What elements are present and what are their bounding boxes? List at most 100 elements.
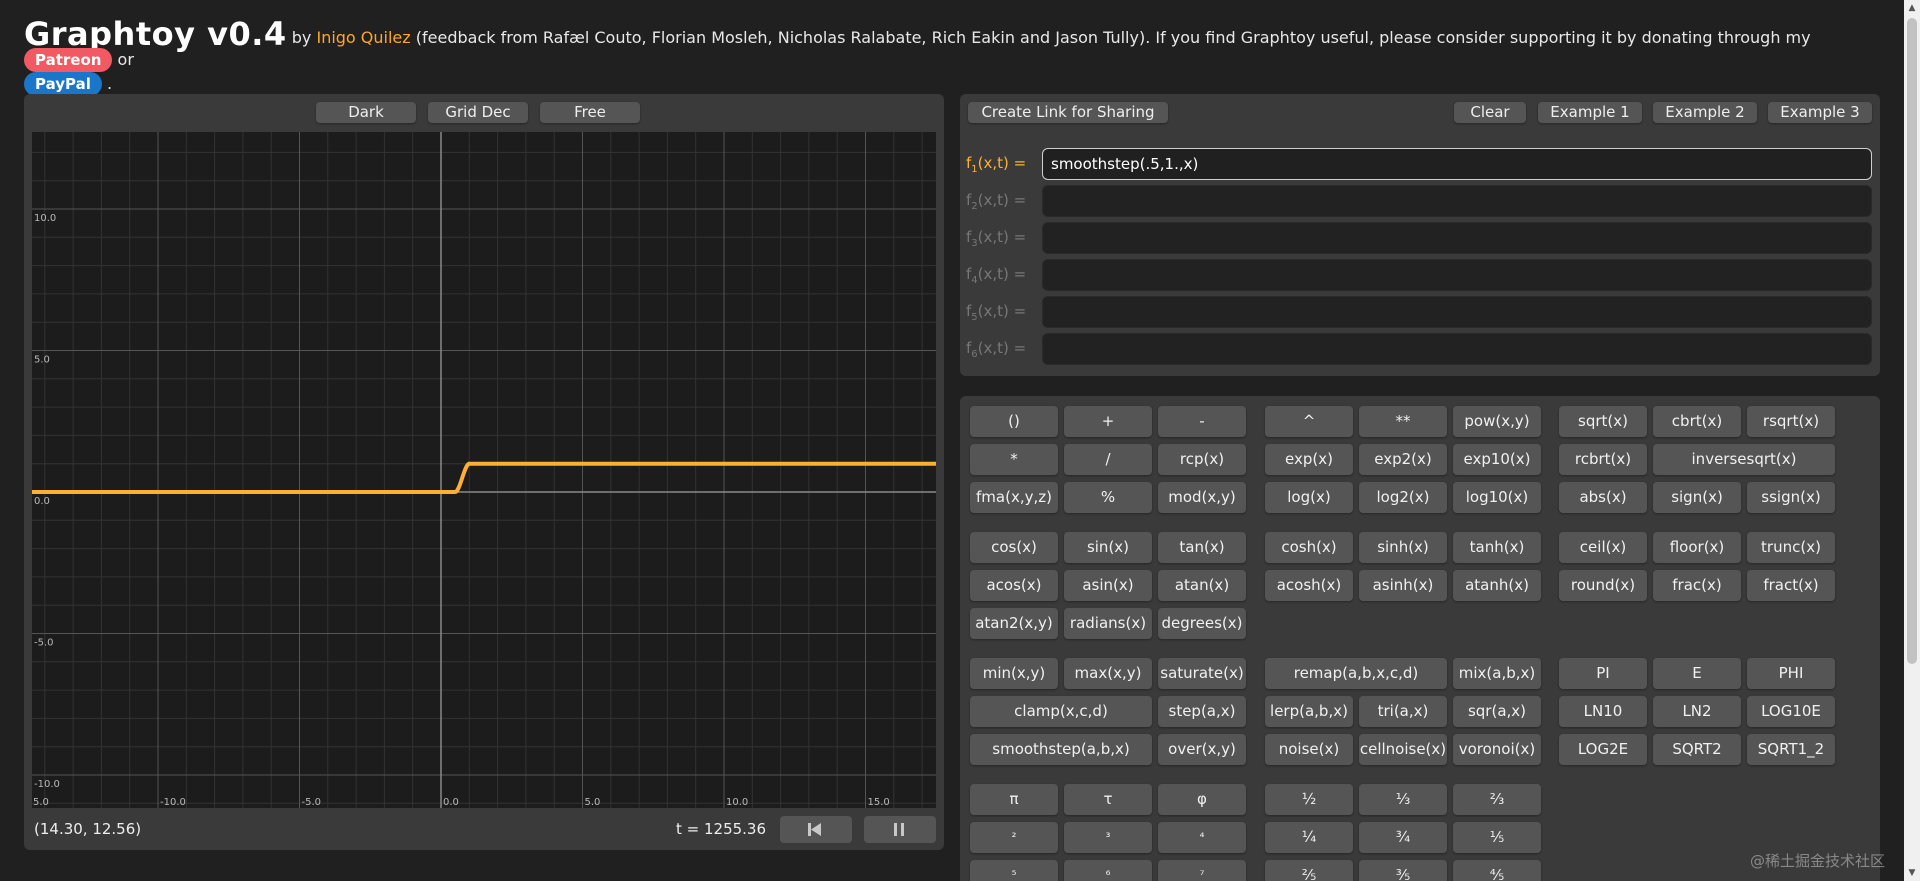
key-log10-x-button[interactable]: log10(x): [1453, 482, 1541, 513]
key-acosh-x-button[interactable]: acosh(x): [1265, 570, 1353, 601]
key-smoothstep-a-b-x-button[interactable]: smoothstep(a,b,x): [970, 734, 1152, 765]
key-abs-x-button[interactable]: abs(x): [1559, 482, 1647, 513]
key-remap-a-b-x-c-d-button[interactable]: remap(a,b,x,c,d): [1265, 658, 1447, 689]
key--button[interactable]: ⅖: [1265, 860, 1353, 881]
function-input-1[interactable]: smoothstep(.5,1.,x): [1042, 148, 1872, 180]
key-cosh-x-button[interactable]: cosh(x): [1265, 532, 1353, 563]
key-fract-x-button[interactable]: fract(x): [1747, 570, 1835, 601]
key-over-x-y-button[interactable]: over(x,y): [1158, 734, 1246, 765]
key-exp2-x-button[interactable]: exp2(x): [1359, 444, 1447, 475]
example1-button[interactable]: Example 1: [1538, 102, 1642, 123]
key-asin-x-button[interactable]: asin(x): [1064, 570, 1152, 601]
graph-canvas[interactable]: 5.0 -10.0 -5.0 0.0 5.0 10.0 15.0 10.0 5.0 0.0 -5.0…: [32, 132, 936, 808]
clear-button[interactable]: Clear: [1454, 102, 1526, 123]
key-ceil-x-button[interactable]: ceil(x): [1559, 532, 1647, 563]
key--button[interactable]: /: [1064, 444, 1152, 475]
key-rsqrt-x-button[interactable]: rsqrt(x): [1747, 406, 1835, 437]
reset-time-button[interactable]: [780, 816, 852, 843]
function-input-2[interactable]: [1042, 185, 1872, 217]
key-clamp-x-c-d-button[interactable]: clamp(x,c,d): [970, 696, 1152, 727]
key-mod-x-y-button[interactable]: mod(x,y): [1158, 482, 1246, 513]
key-lerp-a-b-x-button[interactable]: lerp(a,b,x): [1265, 696, 1353, 727]
key-tri-a-x-button[interactable]: tri(a,x): [1359, 696, 1447, 727]
key-fma-x-y-z-button[interactable]: fma(x,y,z): [970, 482, 1058, 513]
key-sqrt2-button[interactable]: SQRT2: [1653, 734, 1741, 765]
grid-toggle-button[interactable]: Grid Dec: [428, 102, 528, 123]
key--button[interactable]: ¼: [1265, 822, 1353, 853]
key-floor-x-button[interactable]: floor(x): [1653, 532, 1741, 563]
key-rcp-x-button[interactable]: rcp(x): [1158, 444, 1246, 475]
key--button[interactable]: ¾: [1359, 822, 1447, 853]
key-voronoi-x-button[interactable]: voronoi(x): [1453, 734, 1541, 765]
key-sqr-a-x-button[interactable]: sqr(a,x): [1453, 696, 1541, 727]
key-max-x-y-button[interactable]: max(x,y): [1064, 658, 1152, 689]
key-log-x-button[interactable]: log(x): [1265, 482, 1353, 513]
key-log2e-button[interactable]: LOG2E: [1559, 734, 1647, 765]
key-exp-x-button[interactable]: exp(x): [1265, 444, 1353, 475]
key-sinh-x-button[interactable]: sinh(x): [1359, 532, 1447, 563]
key-frac-x-button[interactable]: frac(x): [1653, 570, 1741, 601]
example2-button[interactable]: Example 2: [1653, 102, 1757, 123]
key-rcbrt-x-button[interactable]: rcbrt(x): [1559, 444, 1647, 475]
key-log10e-button[interactable]: LOG10E: [1747, 696, 1835, 727]
scrollbar-thumb[interactable]: [1907, 18, 1917, 664]
scroll-down-icon[interactable]: ▼: [1904, 865, 1920, 881]
key--button[interactable]: ⅕: [1453, 822, 1541, 853]
key-cellnoise-x-button[interactable]: cellnoise(x): [1359, 734, 1447, 765]
key-atan2-x-y-button[interactable]: atan2(x,y): [970, 608, 1058, 639]
key--button[interactable]: ²: [970, 822, 1058, 853]
key-step-a-x-button[interactable]: step(a,x): [1158, 696, 1246, 727]
key-sin-x-button[interactable]: sin(x): [1064, 532, 1152, 563]
function-input-3[interactable]: [1042, 222, 1872, 254]
key-noise-x-button[interactable]: noise(x): [1265, 734, 1353, 765]
author-link[interactable]: Inigo Quilez: [316, 28, 410, 47]
key-degrees-x-button[interactable]: degrees(x): [1158, 608, 1246, 639]
key-sqrt-x-button[interactable]: sqrt(x): [1559, 406, 1647, 437]
key--button[interactable]: ⅓: [1359, 784, 1447, 815]
key--button[interactable]: ⅘: [1453, 860, 1541, 881]
patreon-button[interactable]: Patreon: [24, 48, 113, 72]
key-tan-x-button[interactable]: tan(x): [1158, 532, 1246, 563]
key-log2-x-button[interactable]: log2(x): [1359, 482, 1447, 513]
key--button[interactable]: ⁵: [970, 860, 1058, 881]
key-pow-x-y-button[interactable]: pow(x,y): [1453, 406, 1541, 437]
key--button[interactable]: ½: [1265, 784, 1353, 815]
key-ssign-x-button[interactable]: ssign(x): [1747, 482, 1835, 513]
key-sqrt1-2-button[interactable]: SQRT1_2: [1747, 734, 1835, 765]
key-saturate-x-button[interactable]: saturate(x): [1158, 658, 1246, 689]
key-cbrt-x-button[interactable]: cbrt(x): [1653, 406, 1741, 437]
key--button[interactable]: ³: [1064, 822, 1152, 853]
key-sign-x-button[interactable]: sign(x): [1653, 482, 1741, 513]
key-atanh-x-button[interactable]: atanh(x): [1453, 570, 1541, 601]
function-input-5[interactable]: [1042, 296, 1872, 328]
key-trunc-x-button[interactable]: trunc(x): [1747, 532, 1835, 563]
free-toggle-button[interactable]: Free: [540, 102, 640, 123]
key-ln2-button[interactable]: LN2: [1653, 696, 1741, 727]
key-atan-x-button[interactable]: atan(x): [1158, 570, 1246, 601]
key--button[interactable]: ⁴: [1158, 822, 1246, 853]
key--button[interactable]: ⁶: [1064, 860, 1152, 881]
key-acos-x-button[interactable]: acos(x): [970, 570, 1058, 601]
key-phi-button[interactable]: PHI: [1747, 658, 1835, 689]
key--button[interactable]: *: [970, 444, 1058, 475]
create-link-button[interactable]: Create Link for Sharing: [968, 102, 1168, 123]
key--button[interactable]: -: [1158, 406, 1246, 437]
key-mix-a-b-x-button[interactable]: mix(a,b,x): [1453, 658, 1541, 689]
key--button[interactable]: +: [1064, 406, 1152, 437]
key-round-x-button[interactable]: round(x): [1559, 570, 1647, 601]
key--button[interactable]: ⅗: [1359, 860, 1447, 881]
key-pi-button[interactable]: PI: [1559, 658, 1647, 689]
pause-button[interactable]: [864, 816, 936, 843]
key-tanh-x-button[interactable]: tanh(x): [1453, 532, 1541, 563]
key-e-button[interactable]: E: [1653, 658, 1741, 689]
key-exp10-x-button[interactable]: exp10(x): [1453, 444, 1541, 475]
paypal-button[interactable]: PayPal: [24, 72, 102, 96]
key--button[interactable]: ^: [1265, 406, 1353, 437]
key--button[interactable]: ⁷: [1158, 860, 1246, 881]
key-min-x-y-button[interactable]: min(x,y): [970, 658, 1058, 689]
key-cos-x-button[interactable]: cos(x): [970, 532, 1058, 563]
key--button[interactable]: (): [970, 406, 1058, 437]
key-inversesqrt-x-button[interactable]: inversesqrt(x): [1653, 444, 1835, 475]
scroll-up-icon[interactable]: ▲: [1904, 0, 1920, 16]
key--button[interactable]: **: [1359, 406, 1447, 437]
